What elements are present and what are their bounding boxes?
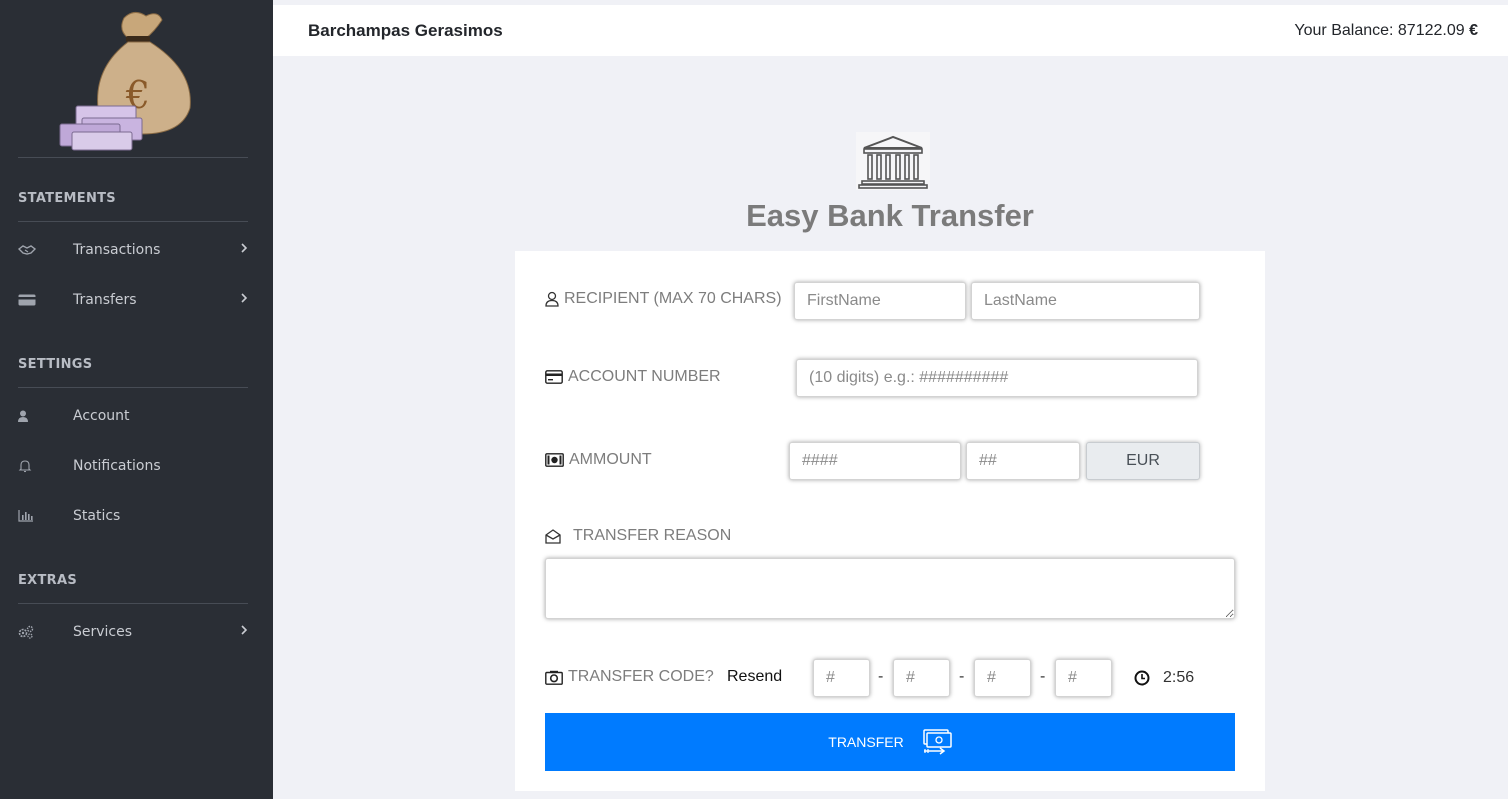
sidebar-item-label: Statics	[73, 508, 121, 524]
top-header: Barchampas Gerasimos Your Balance: 87122…	[273, 5, 1508, 56]
transfer-button[interactable]: TRANSFER	[545, 713, 1235, 771]
first-name-input[interactable]	[794, 282, 966, 320]
section-settings: SETTINGS	[18, 357, 248, 388]
transfer-form-card	[515, 251, 1265, 791]
code-digit-2-input[interactable]	[893, 659, 950, 697]
sidebar-item-account[interactable]: Account	[0, 391, 273, 441]
transfer-reason-label: TRANSFER REASON	[545, 527, 731, 545]
section-extras: EXTRAS	[18, 573, 248, 604]
section-statements: STATEMENTS	[18, 191, 248, 222]
code-timer: 2:56	[1163, 669, 1195, 686]
handshake-icon	[18, 243, 36, 257]
banknote-icon	[545, 453, 564, 467]
chevron-right-icon	[240, 623, 248, 641]
sidebar-item-transfers[interactable]: Transfers	[0, 275, 273, 325]
bar-chart-icon	[18, 509, 36, 523]
credit-card-icon	[18, 293, 36, 307]
credit-card-icon	[545, 370, 563, 384]
transfer-reason-textarea[interactable]	[545, 558, 1235, 619]
currency-addon: EUR	[1086, 442, 1200, 480]
code-digit-3-input[interactable]	[974, 659, 1031, 697]
amount-label-text: AMMOUNT	[569, 451, 652, 468]
amount-integer-input[interactable]	[789, 442, 961, 480]
sidebar-item-label: Transfers	[73, 292, 137, 308]
sidebar-item-services[interactable]: Services	[0, 607, 273, 657]
sidebar-item-label: Services	[73, 624, 133, 640]
sidebar-item-label: Account	[73, 408, 130, 424]
sidebar-item-notifications[interactable]: Notifications	[0, 441, 273, 491]
code-separator: -	[878, 668, 884, 685]
bell-icon	[18, 459, 36, 473]
transfer-code-label: TRANSFER CODE?	[545, 668, 714, 686]
chevron-right-icon	[240, 291, 248, 309]
transfer-reason-label-text: TRANSFER REASON	[573, 527, 732, 544]
user-name: Barchampas Gerasimos	[308, 21, 503, 40]
logo-area: €	[18, 0, 248, 158]
code-separator: -	[1040, 668, 1046, 685]
code-separator: -	[959, 668, 965, 685]
sidebar-item-label: Notifications	[73, 458, 161, 474]
resend-link[interactable]: Resend	[727, 668, 782, 686]
transfer-code-label-text: TRANSFER CODE?	[568, 668, 714, 685]
gears-icon	[18, 625, 36, 639]
bank-building-icon	[856, 132, 930, 190]
user-outline-icon	[545, 291, 559, 307]
code-digit-4-input[interactable]	[1055, 659, 1112, 697]
account-number-label-text: ACCOUNT NUMBER	[568, 368, 721, 385]
envelope-open-icon	[545, 529, 561, 544]
transfer-button-label: TRANSFER	[828, 734, 904, 750]
user-icon	[18, 409, 36, 423]
recipient-label-text: RECIPIENT (MAX 70 CHARS)	[564, 290, 782, 307]
money-transfer-icon	[922, 729, 952, 755]
amount-label: AMMOUNT	[545, 451, 652, 469]
recipient-label: RECIPIENT (MAX 70 CHARS)	[545, 290, 782, 308]
clock-icon	[1134, 670, 1150, 686]
amount-decimal-input[interactable]	[966, 442, 1080, 480]
sidebar-item-transactions[interactable]: Transactions	[0, 225, 273, 275]
camera-icon	[545, 670, 563, 685]
sidebar-item-statics[interactable]: Statics	[0, 491, 273, 541]
balance-display: Your Balance: 87122.09 €	[1294, 22, 1478, 40]
money-bag-euro-icon: €	[59, 12, 191, 151]
sidebar-item-label: Transactions	[73, 242, 161, 258]
page-title: Easy Bank Transfer	[746, 198, 1034, 233]
code-digit-1-input[interactable]	[813, 659, 870, 697]
account-number-input[interactable]	[796, 359, 1198, 397]
balance-currency: €	[1469, 22, 1478, 39]
account-number-label: ACCOUNT NUMBER	[545, 368, 721, 386]
sidebar: € STATEMENTS Transactions Transfers SETT…	[0, 0, 273, 799]
chevron-right-icon	[240, 241, 248, 259]
balance-label: Your Balance: 87122.09	[1294, 22, 1465, 39]
last-name-input[interactable]	[971, 282, 1200, 320]
